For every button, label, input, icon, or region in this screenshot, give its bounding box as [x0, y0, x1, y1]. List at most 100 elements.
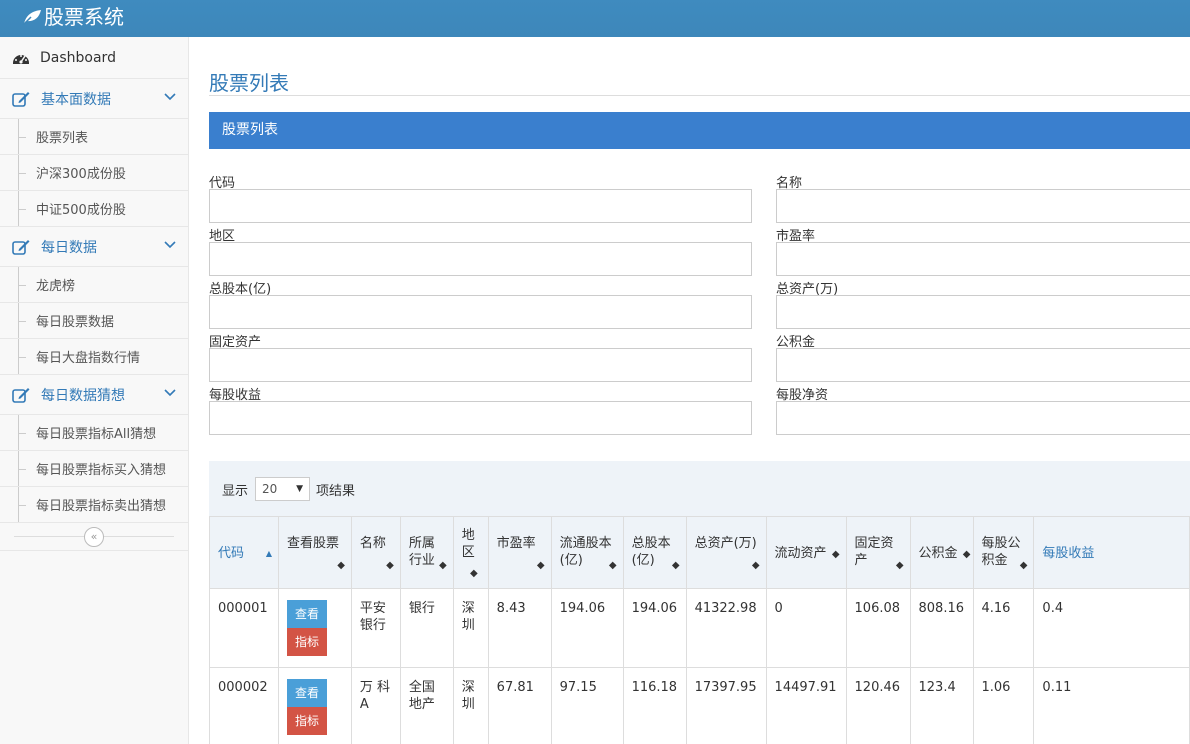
- stock-table: 代码 ▲ 查看股票 ◆ 名称 ◆ 所属行业 ◆ 地区 ◆ 市盈率 ◆ 流通股本(亿) ◆ 总股…: [209, 516, 1190, 744]
- sidebar-item-dashboard[interactable]: Dashboard: [0, 37, 188, 79]
- col-header-total-assets[interactable]: 总资产(万) ◆: [685, 516, 767, 589]
- view-stock-button[interactable]: 查看: [286, 600, 327, 628]
- reserved-input[interactable]: [776, 348, 1190, 382]
- cell-code: 000001: [209, 588, 279, 668]
- cell-actions: 查看 指标: [277, 667, 352, 744]
- caret-down-icon: ▼: [296, 484, 304, 494]
- sort-icon: ◆: [386, 560, 394, 571]
- col-header-label: 总股本(亿): [631, 536, 671, 568]
- sort-icon: ◆: [671, 560, 680, 571]
- sort-icon: ◆: [608, 560, 617, 571]
- col-header-label: 公积金: [918, 546, 958, 561]
- sidebar-item-label: 每日股票数据: [36, 315, 115, 330]
- top-navbar: 股票系统: [0, 0, 1190, 37]
- chevron-down-icon: [164, 93, 176, 101]
- cell-outstanding: 194.06: [550, 588, 624, 668]
- sidebar-item-daily-stock[interactable]: 每日股票数据: [0, 303, 188, 339]
- cell-actions: 查看 指标: [277, 588, 352, 668]
- col-header-industry[interactable]: 所属行业 ◆: [399, 516, 454, 589]
- cell-total-assets: 17397.95: [685, 667, 767, 744]
- sidebar-collapse-row: «: [0, 523, 188, 551]
- cell-outstanding: 97.15: [550, 667, 624, 744]
- sidebar-group-label: 每日数据猜想: [41, 387, 125, 404]
- col-header-label: 流动资产: [774, 546, 827, 561]
- sidebar-group-daily-guess[interactable]: 每日数据猜想: [0, 375, 188, 415]
- sidebar-item-daily-index[interactable]: 每日大盘指数行情: [0, 339, 188, 375]
- sidebar-group-fundamentals[interactable]: 基本面数据: [0, 79, 188, 119]
- edit-icon: [12, 91, 30, 107]
- pe-input[interactable]: [776, 242, 1190, 276]
- col-header-name[interactable]: 名称 ◆: [350, 516, 401, 589]
- dashboard-icon: [13, 54, 29, 64]
- brand[interactable]: 股票系统: [22, 4, 124, 30]
- sidebar-group-label: 基本面数据: [41, 91, 111, 108]
- collapse-sidebar-button[interactable]: «: [84, 527, 104, 547]
- cell-total-assets: 41322.98: [685, 588, 767, 668]
- area-input[interactable]: [209, 242, 752, 276]
- col-header-reserved[interactable]: 公积金 ◆: [909, 516, 974, 589]
- sidebar-group-label: 每日数据: [41, 239, 97, 256]
- col-header-fixed-assets[interactable]: 固定资产 ◆: [845, 516, 911, 589]
- fixed-assets-input[interactable]: [209, 348, 752, 382]
- sidebar-item-label: 沪深300成份股: [36, 167, 126, 182]
- cell-industry: 银行: [399, 588, 454, 668]
- chevron-down-icon: [164, 241, 176, 249]
- eps-input[interactable]: [209, 401, 752, 435]
- view-stock-button[interactable]: 查看: [286, 679, 327, 707]
- col-header-code[interactable]: 代码 ▲: [209, 516, 279, 589]
- col-header-label: 流通股本(亿): [559, 536, 612, 568]
- sidebar-item-label: 每日股票指标All猜想: [36, 427, 157, 442]
- edit-icon: [12, 387, 30, 403]
- length-prefix: 显示: [222, 483, 249, 499]
- col-header-area[interactable]: 地区 ◆: [452, 516, 489, 589]
- indicator-button[interactable]: 指标: [286, 628, 327, 656]
- col-header-label: 代码: [218, 546, 245, 561]
- code-input[interactable]: [209, 189, 752, 223]
- col-header-liquid-assets[interactable]: 流动资产 ◆: [765, 516, 847, 589]
- col-header-label: 总资产(万): [694, 536, 757, 551]
- table-row: 000002 查看 指标 万 科 A 全国地产 深圳 67.81 97.15 1…: [209, 667, 1190, 744]
- sidebar-item-guess-sell[interactable]: 每日股票指标卖出猜想: [0, 487, 188, 523]
- sidebar-group-daily[interactable]: 每日数据: [0, 227, 188, 267]
- col-header-totals[interactable]: 总股本(亿) ◆: [622, 516, 687, 589]
- table-header-row: 代码 ▲ 查看股票 ◆ 名称 ◆ 所属行业 ◆ 地区 ◆ 市盈率 ◆ 流通股本(亿) ◆ 总股…: [209, 516, 1190, 589]
- sidebar-item-zz500[interactable]: 中证500成份股: [0, 191, 188, 227]
- cell-pe: 8.43: [487, 588, 552, 668]
- sort-icon: ◆: [895, 560, 904, 571]
- sort-icon: ◆: [751, 560, 760, 571]
- col-header-label: 查看股票: [286, 536, 339, 551]
- page-length-select[interactable]: 20 ▼: [255, 477, 311, 501]
- cell-reserved: 123.4: [909, 667, 974, 744]
- edit-icon: [12, 239, 30, 255]
- cell-reserved-per-share: 1.06: [972, 667, 1035, 744]
- col-header-eps[interactable]: 每股收益: [1033, 516, 1190, 589]
- sort-asc-icon: ▲: [265, 549, 272, 558]
- sort-icon: ◆: [337, 560, 345, 571]
- cell-fixed-assets: 106.08: [845, 588, 911, 668]
- sidebar-item-guess-buy[interactable]: 每日股票指标买入猜想: [0, 451, 188, 487]
- sidebar-item-hs300[interactable]: 沪深300成份股: [0, 155, 188, 191]
- cell-reserved: 808.16: [909, 588, 974, 668]
- sort-icon: ◆: [831, 549, 840, 560]
- cell-liquid-assets: 14497.91: [765, 667, 847, 744]
- col-header-label: 每股收益: [1042, 546, 1095, 561]
- col-header-view[interactable]: 查看股票 ◆: [277, 516, 352, 589]
- col-header-pe[interactable]: 市盈率 ◆: [487, 516, 552, 589]
- bvps-input[interactable]: [776, 401, 1190, 435]
- cell-name: 平安银行: [350, 588, 401, 668]
- total-assets-input[interactable]: [776, 295, 1190, 329]
- sidebar-item-label: Dashboard: [40, 49, 116, 66]
- sidebar-item-top-list[interactable]: 龙虎榜: [0, 267, 188, 303]
- col-header-outstanding[interactable]: 流通股本(亿) ◆: [550, 516, 624, 589]
- total-shares-input[interactable]: [209, 295, 752, 329]
- col-header-label: 地区: [461, 528, 475, 560]
- panel-heading: 股票列表: [209, 112, 1190, 149]
- cell-totals: 194.06: [622, 588, 687, 668]
- sidebar-item-stock-list[interactable]: 股票列表: [0, 119, 188, 155]
- sidebar-item-label: 中证500成份股: [36, 203, 126, 218]
- col-header-reserved-per-share[interactable]: 每股公积金 ◆: [972, 516, 1035, 589]
- indicator-button[interactable]: 指标: [286, 707, 327, 735]
- sidebar-item-label: 每日大盘指数行情: [36, 351, 141, 366]
- sidebar-item-guess-all[interactable]: 每日股票指标All猜想: [0, 415, 188, 451]
- name-input[interactable]: [776, 189, 1190, 223]
